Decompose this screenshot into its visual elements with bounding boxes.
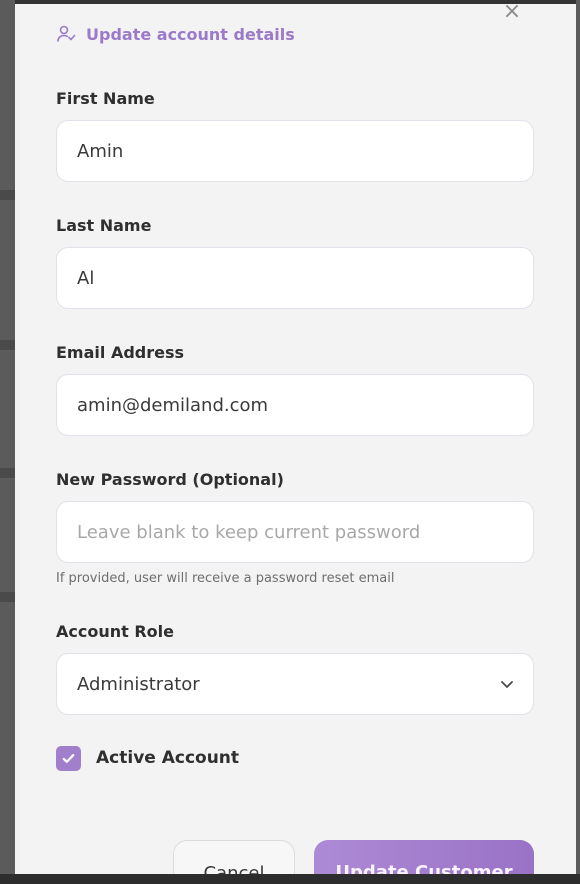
backdrop-left bbox=[0, 0, 15, 884]
first-name-label: First Name bbox=[56, 89, 155, 108]
first-name-value: Amin bbox=[77, 140, 124, 162]
close-button[interactable]: × bbox=[502, 4, 522, 24]
active-account-checkbox[interactable] bbox=[56, 746, 81, 771]
first-name-input[interactable]: Amin bbox=[56, 120, 534, 182]
role-label: Account Role bbox=[56, 622, 174, 641]
user-check-icon bbox=[57, 25, 76, 42]
update-account-modal: × Update account details First Name Amin… bbox=[15, 4, 576, 874]
password-label: New Password (Optional) bbox=[56, 470, 284, 489]
last-name-label: Last Name bbox=[56, 216, 152, 235]
backdrop-fragment bbox=[0, 340, 15, 350]
password-hint: If provided, user will receive a passwor… bbox=[56, 571, 395, 586]
last-name-input[interactable]: Al bbox=[56, 247, 534, 309]
checkmark-icon bbox=[62, 754, 75, 763]
chevron-down-icon bbox=[501, 681, 513, 688]
role-value: Administrator bbox=[77, 673, 200, 695]
backdrop-right bbox=[576, 0, 580, 884]
email-value: amin@demiland.com bbox=[77, 394, 269, 416]
password-placeholder: Leave blank to keep current password bbox=[77, 521, 421, 543]
backdrop-fragment bbox=[0, 468, 15, 478]
close-icon: × bbox=[502, 4, 522, 24]
backdrop-fragment bbox=[0, 190, 15, 200]
backdrop-fragment bbox=[0, 592, 15, 602]
cancel-button[interactable]: Cancel bbox=[173, 840, 295, 874]
email-input[interactable]: amin@demiland.com bbox=[56, 374, 534, 436]
modal-title: Update account details bbox=[86, 24, 295, 44]
backdrop-bottom bbox=[0, 874, 580, 884]
role-select[interactable]: Administrator bbox=[56, 653, 534, 715]
modal-header: Update account details bbox=[56, 22, 295, 46]
password-input[interactable]: Leave blank to keep current password bbox=[56, 501, 534, 563]
update-customer-button[interactable]: Update Customer bbox=[314, 840, 534, 874]
active-account-label: Active Account bbox=[96, 748, 240, 768]
last-name-value: Al bbox=[77, 267, 95, 289]
email-label: Email Address bbox=[56, 343, 185, 362]
